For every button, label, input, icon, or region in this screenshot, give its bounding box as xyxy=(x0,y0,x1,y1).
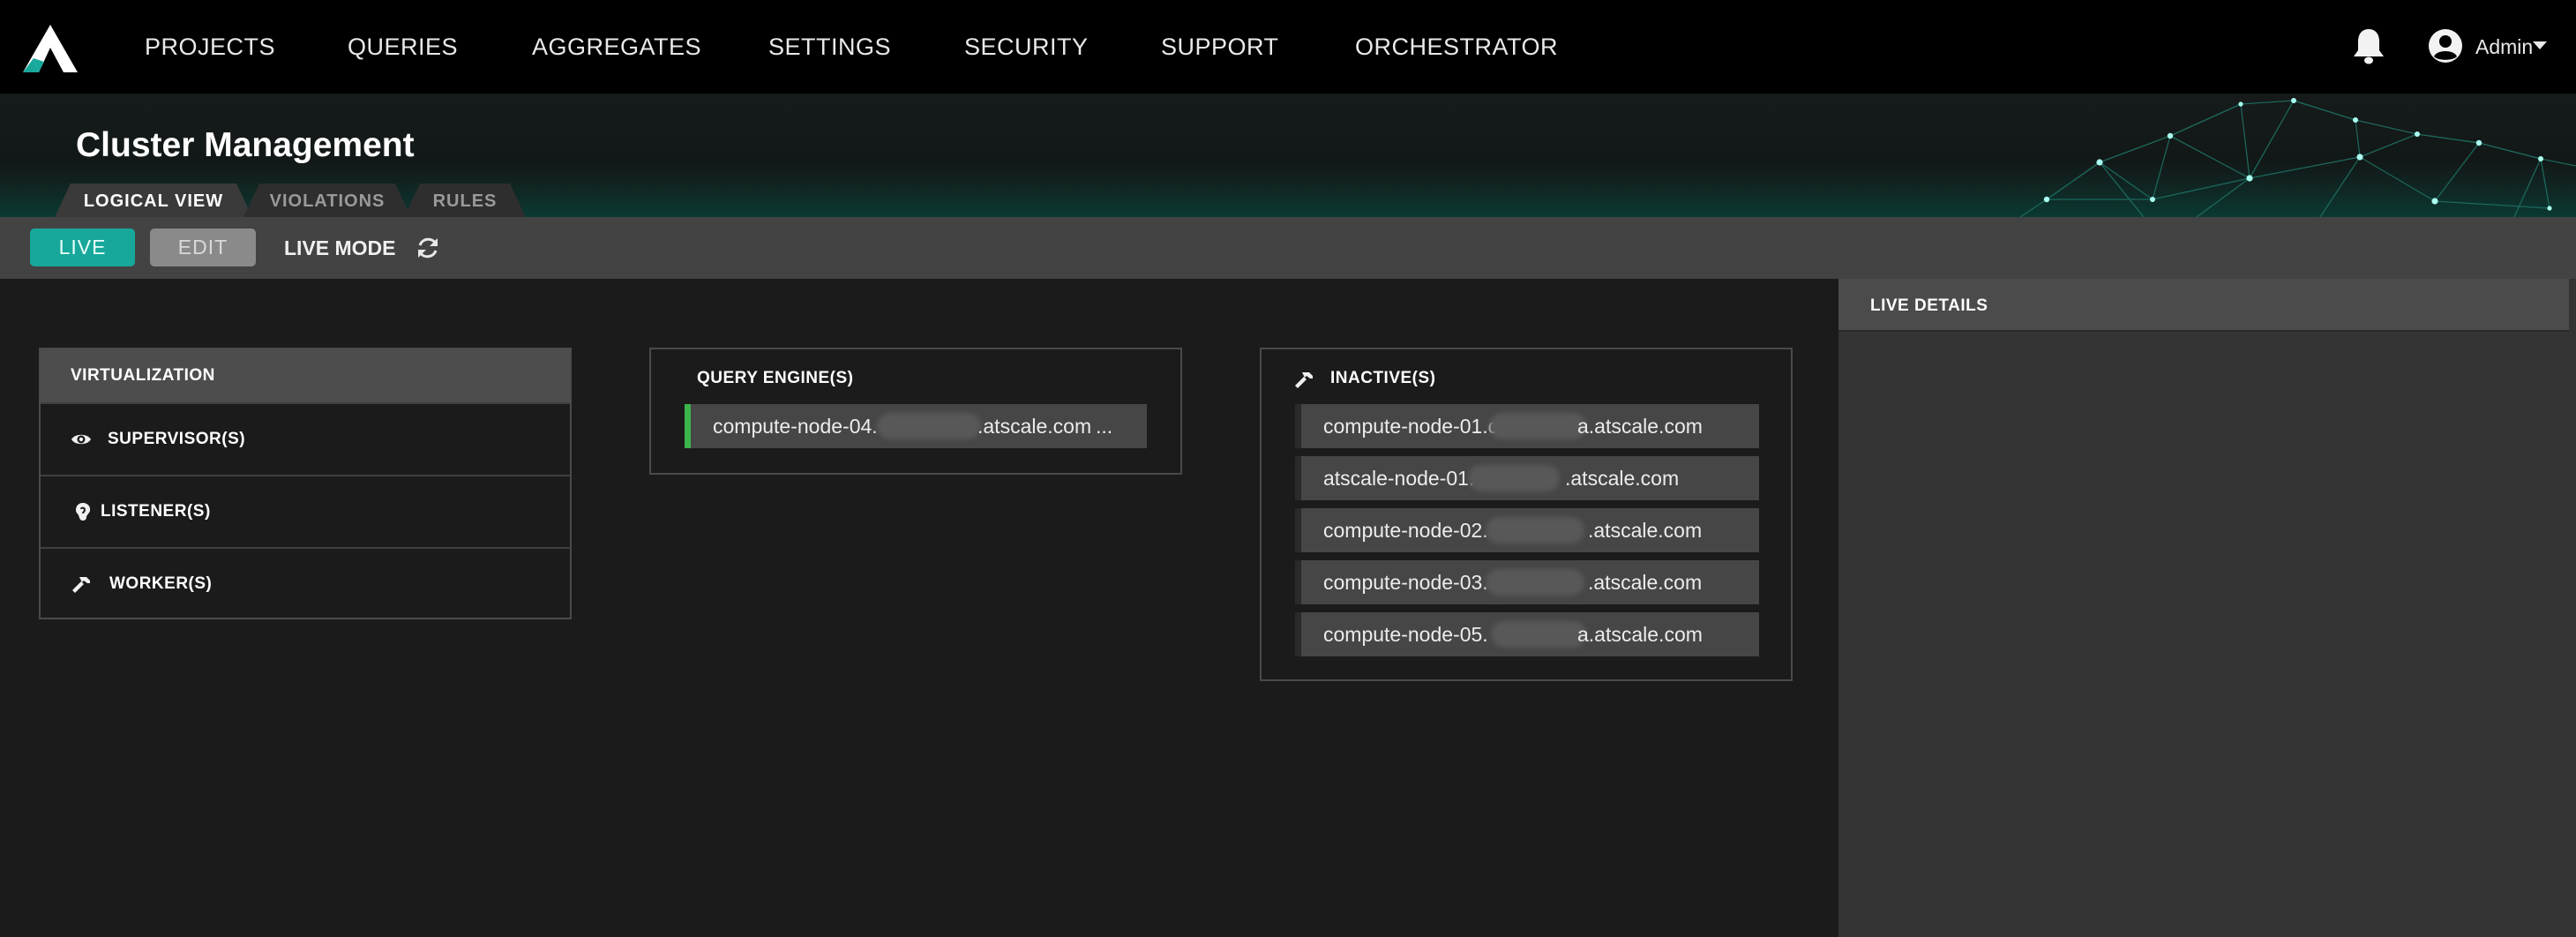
node-name-prefix: compute-node-05. xyxy=(1323,623,1488,646)
ear-icon xyxy=(76,503,91,521)
node-name-suffix: .atscale.com xyxy=(1588,571,1703,594)
nav-item-orchestrator[interactable]: ORCHESTRATOR xyxy=(1355,32,1558,62)
node-name-prefix: compute-node-03. xyxy=(1323,571,1488,594)
caret-down-icon[interactable] xyxy=(2532,39,2548,51)
tab-logical-view[interactable]: LOGICAL VIEW xyxy=(55,184,252,217)
user-name[interactable]: Admin xyxy=(2475,34,2533,60)
inactive-node[interactable]: compute-node-02. .atscale.com xyxy=(1295,508,1759,552)
live-details-title: LIVE DETAILS xyxy=(1870,296,1988,315)
redacted-segment xyxy=(1489,413,1586,439)
nav-item-aggregates[interactable]: AGGREGATES xyxy=(532,32,701,62)
node-name-suffix: .atscale.com xyxy=(1588,519,1703,542)
mode-toolbar: LIVE EDIT LIVE MODE xyxy=(0,217,2576,279)
nav-item-queries[interactable]: QUERIES xyxy=(348,32,458,62)
virtualization-title: VIRTUALIZATION xyxy=(71,366,215,385)
live-details-header: LIVE DETAILS xyxy=(1838,279,2569,332)
tab-label: RULES xyxy=(432,191,498,211)
node-name-suffix: .atscale.com xyxy=(1565,467,1680,490)
nav-item-projects[interactable]: PROJECTS xyxy=(145,32,275,62)
node-name-prefix: compute-node-01.c xyxy=(1323,415,1499,438)
virtualization-header: VIRTUALIZATION xyxy=(41,349,570,402)
redacted-segment xyxy=(1468,465,1560,491)
listeners-label: LISTENER(S) xyxy=(101,502,211,521)
redacted-segment xyxy=(1486,517,1584,543)
page-title: Cluster Management xyxy=(76,126,415,164)
query-engines-panel: QUERY ENGINE(S) compute-node-04. .atscal… xyxy=(649,348,1182,475)
query-engines-title: QUERY ENGINE(S) xyxy=(697,369,854,387)
live-mode-label: LIVE MODE xyxy=(284,236,396,259)
tab-rules[interactable]: RULES xyxy=(404,184,526,217)
network-graphic-icon xyxy=(2020,98,2576,217)
hammer-icon xyxy=(1295,372,1313,388)
redacted-segment xyxy=(1486,569,1584,596)
supervisors-label: SUPERVISOR(S) xyxy=(108,430,246,448)
user-circle-icon[interactable] xyxy=(2428,28,2463,64)
node-name-suffix: a.atscale.com xyxy=(1577,415,1703,438)
listeners-row[interactable]: LISTENER(S) xyxy=(41,475,570,547)
query-engine-node[interactable]: compute-node-04. .atscale.com ... xyxy=(685,404,1147,448)
node-name-prefix: atscale-node-01. xyxy=(1323,467,1475,490)
tab-violations[interactable]: VIOLATIONS xyxy=(243,184,411,217)
node-name-suffix: .atscale.com xyxy=(977,415,1092,438)
nav-item-settings[interactable]: SETTINGS xyxy=(768,32,891,62)
refresh-icon[interactable] xyxy=(415,235,441,261)
node-name-ellipsis: ... xyxy=(1096,415,1113,438)
node-name-prefix: compute-node-04. xyxy=(713,415,878,438)
page-header: Cluster Management LOGICAL VIEW VIOLATIO… xyxy=(0,94,2576,217)
node-name-prefix: compute-node-02. xyxy=(1323,519,1488,542)
nav-item-security[interactable]: SECURITY xyxy=(964,32,1089,62)
workers-label: WORKER(S) xyxy=(109,574,213,593)
active-status-bar xyxy=(685,404,691,448)
eye-icon xyxy=(71,434,91,445)
inactive-title: INACTIVE(S) xyxy=(1330,369,1436,387)
inactive-node[interactable]: compute-node-01.c a.atscale.com xyxy=(1295,404,1759,448)
redacted-segment xyxy=(1491,621,1586,648)
tab-label: LOGICAL VIEW xyxy=(83,191,224,211)
inactive-node[interactable]: compute-node-03. .atscale.com xyxy=(1295,560,1759,604)
live-button[interactable]: LIVE xyxy=(30,229,135,266)
atscale-logo-icon[interactable] xyxy=(21,23,79,74)
virtualization-panel: VIRTUALIZATION SUPERVISOR(S) LISTENER(S)… xyxy=(39,348,572,619)
redacted-segment xyxy=(877,413,981,439)
node-name-suffix: a.atscale.com xyxy=(1577,623,1703,646)
inactive-node[interactable]: compute-node-05. a.atscale.com xyxy=(1295,612,1759,656)
top-navigation-bar: PROJECTS QUERIES AGGREGATES SETTINGS SEC… xyxy=(0,0,2576,94)
bell-icon[interactable] xyxy=(2351,26,2386,65)
live-details-panel: LIVE DETAILS xyxy=(1838,279,2576,937)
tab-label: VIOLATIONS xyxy=(269,191,386,211)
inactive-panel: INACTIVE(S) compute-node-01.c a.atscale.… xyxy=(1260,348,1793,681)
edit-button[interactable]: EDIT xyxy=(150,229,256,266)
supervisors-row[interactable]: SUPERVISOR(S) xyxy=(41,402,570,475)
hammer-icon xyxy=(72,577,90,593)
workers-row[interactable]: WORKER(S) xyxy=(41,547,570,619)
inactive-node[interactable]: atscale-node-01. .atscale.com xyxy=(1295,456,1759,500)
nav-item-support[interactable]: SUPPORT xyxy=(1161,32,1279,62)
